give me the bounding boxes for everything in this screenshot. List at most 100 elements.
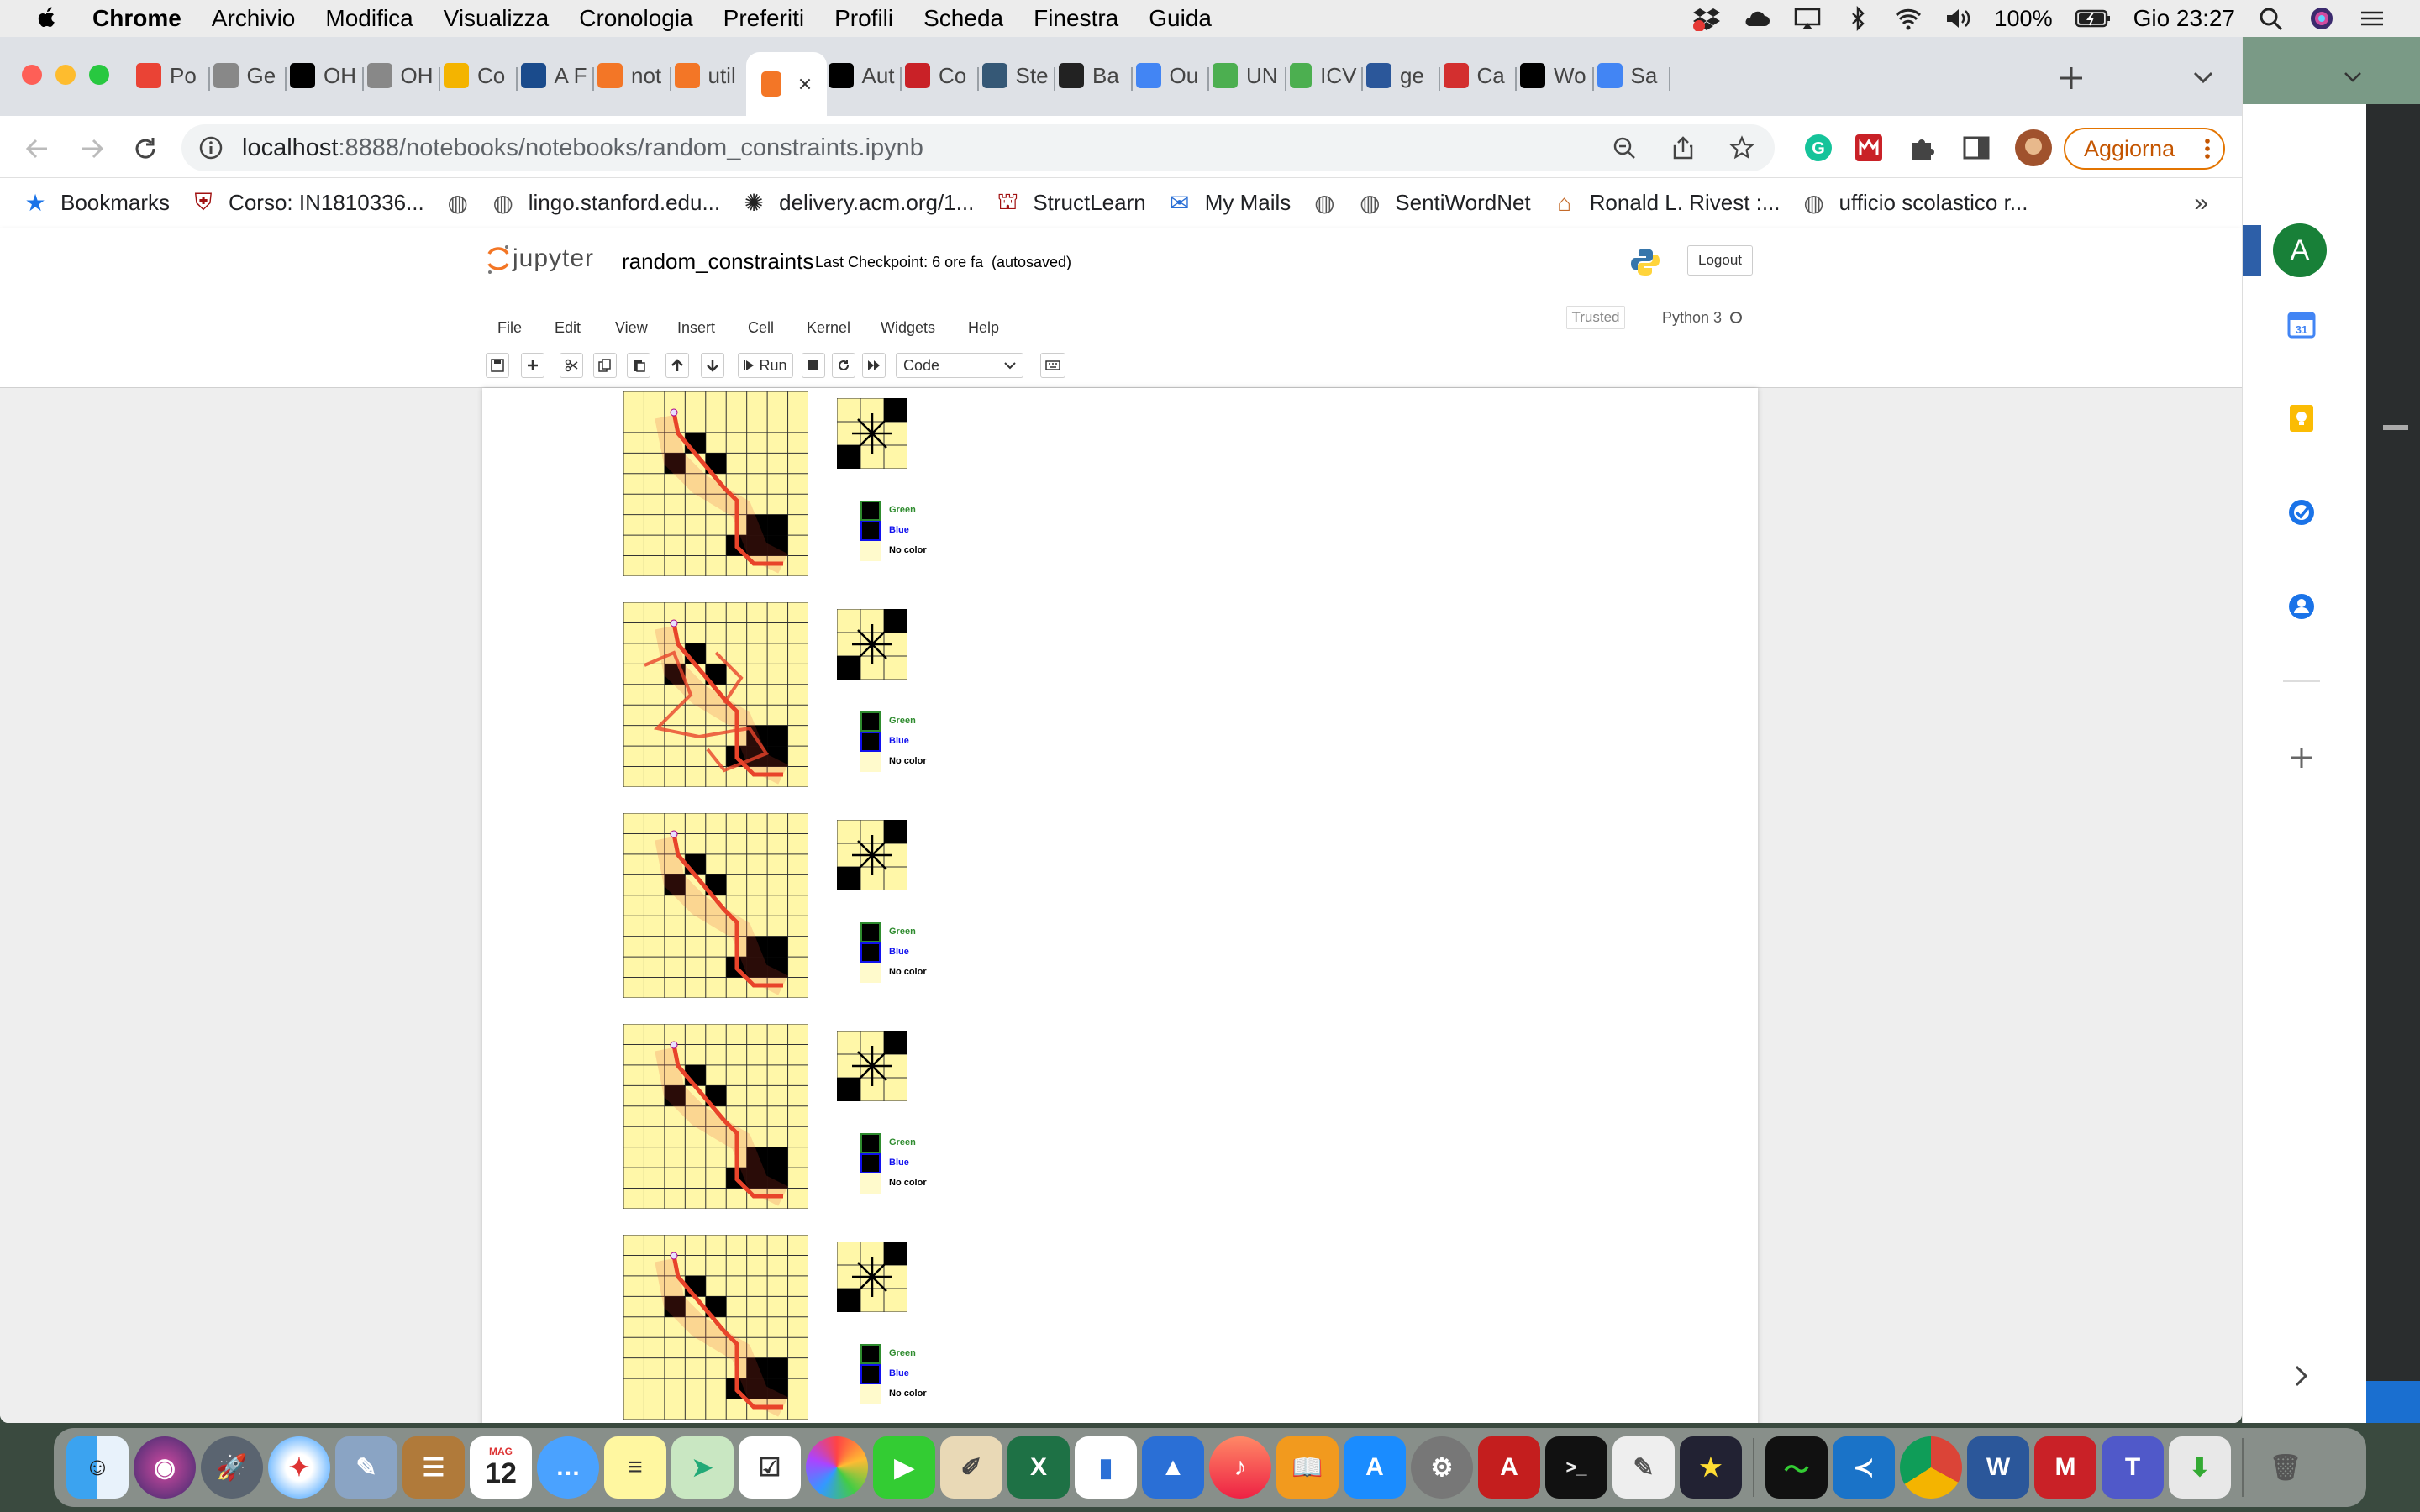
trusted-indicator[interactable]: Trusted	[1566, 306, 1625, 329]
tab[interactable]: Ou	[1135, 59, 1203, 92]
menu-archivio[interactable]: Archivio	[212, 5, 296, 32]
bookmark-star-icon[interactable]	[1729, 135, 1754, 160]
bookmark-item[interactable]: ✉ My Mails	[1168, 190, 1291, 216]
photos-icon[interactable]	[806, 1436, 868, 1499]
profile-avatar[interactable]	[2015, 129, 2052, 166]
contacts-dock-icon[interactable]: ☰	[402, 1436, 465, 1499]
menu-scheda[interactable]: Scheda	[923, 5, 1003, 32]
appstore-icon[interactable]: A	[1344, 1436, 1406, 1499]
jupyter-menu-edit[interactable]: Edit	[555, 319, 581, 337]
chevron-right-icon[interactable]	[2293, 1364, 2310, 1388]
tab[interactable]: Aut	[828, 59, 896, 92]
bookmark-item[interactable]: ◍ SentiWordNet	[1358, 190, 1531, 216]
menu-modifica[interactable]: Modifica	[325, 5, 413, 32]
restart-run-all-button[interactable]	[862, 353, 886, 378]
tab[interactable]: OH	[366, 59, 434, 92]
jupyter-menu-file[interactable]: File	[497, 319, 522, 337]
tab[interactable]: Wo	[1520, 59, 1587, 92]
bookmark-item[interactable]: ★ Bookmarks	[24, 190, 170, 216]
keynote-icon[interactable]: ▲	[1142, 1436, 1204, 1499]
zoom-out-icon[interactable]	[1612, 135, 1637, 160]
music-icon[interactable]: ♪	[1209, 1436, 1271, 1499]
system-preferences-icon[interactable]: ⚙	[1411, 1436, 1473, 1499]
tab[interactable]: OH	[290, 59, 357, 92]
tab[interactable]: UN	[1213, 59, 1280, 92]
kernel-indicator[interactable]: Python 3	[1662, 306, 1743, 329]
bookmark-item[interactable]: ⛨ Corso: IN1810336...	[192, 189, 424, 216]
jupyter-menu-kernel[interactable]: Kernel	[807, 319, 850, 337]
bookmarks-overflow-icon[interactable]: »	[2194, 189, 2208, 218]
facetime-icon[interactable]: ▶	[873, 1436, 935, 1499]
contacts-icon[interactable]	[2286, 591, 2317, 622]
messages-icon[interactable]: …	[537, 1436, 599, 1499]
menu-finestra[interactable]: Finestra	[1034, 5, 1118, 32]
copy-button[interactable]	[593, 353, 617, 378]
calendar-icon[interactable]: 31	[2286, 309, 2317, 339]
bookmark-item[interactable]: ⛫ StructLearn	[996, 188, 1145, 216]
minimize-window-button[interactable]	[55, 65, 76, 85]
extensions-puzzle-icon[interactable]	[1907, 133, 1938, 163]
new-tab-icon[interactable]	[2057, 64, 2086, 92]
bluetooth-icon[interactable]	[1844, 6, 1872, 31]
grammarly-icon[interactable]: G	[1803, 133, 1833, 163]
jupyter-logo[interactable]: jupyter	[486, 242, 594, 276]
menu-visualizza[interactable]: Visualizza	[444, 5, 550, 32]
tab-active[interactable]	[746, 52, 827, 116]
menu-profili[interactable]: Profili	[834, 5, 893, 32]
tab[interactable]: ge	[1366, 59, 1434, 92]
notebook-title[interactable]: random_constraints	[622, 249, 813, 275]
textedit-icon[interactable]: ✎	[1612, 1436, 1675, 1499]
tab[interactable]: not	[597, 59, 665, 92]
apple-icon[interactable]	[34, 6, 59, 31]
reminders-icon[interactable]: ☑	[739, 1436, 801, 1499]
acrobat-dock-icon[interactable]: A	[1478, 1436, 1540, 1499]
tab-search-chevron-icon[interactable]	[2191, 67, 2215, 87]
jupyter-menu-view[interactable]: View	[615, 319, 648, 337]
keep-icon[interactable]	[2286, 403, 2317, 433]
terminal-icon[interactable]: >_	[1545, 1436, 1607, 1499]
bookmark-item[interactable]: ◍ lingo.stanford.edu...	[492, 190, 721, 216]
add-icon[interactable]	[2288, 744, 2315, 771]
menu-app-name[interactable]: Chrome	[92, 5, 182, 32]
launchpad-icon[interactable]: 🚀	[201, 1436, 263, 1499]
control-center-icon[interactable]	[2358, 6, 2386, 31]
omnibox[interactable]: localhost:8888/notebooks/notebooks/rando…	[182, 124, 1775, 171]
tab[interactable]: Ste	[981, 59, 1050, 92]
kebab-menu-icon[interactable]	[2203, 136, 2212, 161]
cut-button[interactable]	[560, 353, 583, 378]
bookmark-item[interactable]: ⌂ Ronald L. Rivest :...	[1553, 190, 1780, 216]
menu-guida[interactable]: Guida	[1149, 5, 1212, 32]
close-tab-icon[interactable]	[798, 76, 812, 92]
wifi-icon[interactable]	[1894, 6, 1923, 31]
jupyter-menu-help[interactable]: Help	[968, 319, 999, 337]
mendeley-dock-icon[interactable]: M	[2034, 1436, 2096, 1499]
reload-icon[interactable]	[131, 134, 160, 163]
jupyter-menu-insert[interactable]: Insert	[677, 319, 715, 337]
forward-icon[interactable]	[77, 134, 106, 163]
command-palette-button[interactable]	[1040, 353, 1065, 378]
maps-icon[interactable]: ➤	[671, 1436, 734, 1499]
safari-icon[interactable]: ✦	[268, 1436, 330, 1499]
preview-icon[interactable]: ✎	[335, 1436, 397, 1499]
books-icon[interactable]: 📖	[1276, 1436, 1339, 1499]
tasks-icon[interactable]	[2286, 497, 2317, 528]
siri-dock-icon[interactable]: ◉	[134, 1436, 196, 1499]
activity-monitor-icon[interactable]: 〜	[1765, 1436, 1828, 1499]
tab[interactable]: Co	[905, 59, 972, 92]
teams-icon[interactable]: T	[2102, 1436, 2164, 1499]
tab[interactable]: Co	[444, 59, 511, 92]
excel-icon[interactable]: X	[1007, 1436, 1070, 1499]
move-up-button[interactable]	[666, 353, 689, 378]
imovie-icon[interactable]: ★	[1680, 1436, 1742, 1499]
tab[interactable]: Ca	[1443, 59, 1511, 92]
cell-type-select[interactable]: Code	[896, 353, 1023, 378]
close-window-button[interactable]	[22, 65, 42, 85]
tab[interactable]: Ba	[1059, 59, 1126, 92]
bookmark-item[interactable]: ◍	[446, 190, 470, 216]
chrome-dock-icon[interactable]	[1900, 1436, 1962, 1499]
mendeley-extension-icon[interactable]	[1854, 133, 1884, 163]
back-icon[interactable]	[24, 134, 52, 163]
chevron-down-icon[interactable]	[2344, 71, 2362, 84]
trash-icon[interactable]: 🗑	[2254, 1436, 2317, 1499]
info-icon[interactable]	[198, 135, 224, 160]
